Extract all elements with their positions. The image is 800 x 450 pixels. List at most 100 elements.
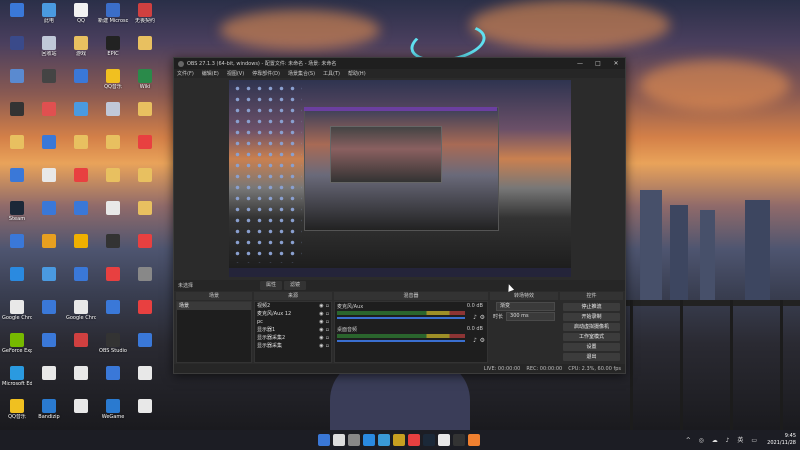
volume-slider[interactable] xyxy=(337,340,465,342)
duration-input[interactable]: 300 ms xyxy=(506,311,555,321)
taskbar-app-icon[interactable] xyxy=(422,434,435,446)
source-item[interactable]: 显示器采集2 ◉ ▫ xyxy=(255,334,331,342)
desktop-icon[interactable] xyxy=(2,34,32,64)
start-virtual-camera-button[interactable]: 启动虚拟摄像机 xyxy=(563,323,620,331)
desktop-icon[interactable]: Wiki xyxy=(130,67,160,97)
taskbar-app-icon[interactable] xyxy=(437,434,450,446)
desktop-icon[interactable]: GeForce Experience xyxy=(2,331,32,361)
desktop-icon[interactable] xyxy=(98,166,128,196)
lock-icon[interactable]: ▫ xyxy=(326,302,329,310)
settings-button[interactable]: 设置 xyxy=(563,343,620,351)
desktop-icon[interactable]: Google Chrome xyxy=(66,298,96,328)
sources-list[interactable]: 视频2 ◉ ▫ 麦克风/Aux 12 ◉ ▫ pc ◉ ▫ 显示器1 ◉ ▫ 显示器采集2 ◉ ▫ … xyxy=(254,301,332,363)
desktop-icon[interactable]: OBS Studio xyxy=(98,331,128,361)
desktop-icon[interactable] xyxy=(130,166,160,196)
desktop-icon[interactable] xyxy=(66,265,96,295)
desktop-icon[interactable] xyxy=(98,298,128,328)
taskbar-app-icon[interactable] xyxy=(317,434,330,446)
desktop-icon[interactable] xyxy=(130,199,160,229)
taskbar-app-icon[interactable] xyxy=(392,434,405,446)
source-item[interactable]: 显示器采集 ◉ ▫ xyxy=(255,342,331,350)
maximize-button[interactable]: □ xyxy=(589,60,607,67)
stop-streaming-button[interactable]: 停止推流 xyxy=(563,303,620,311)
obs-preview-canvas[interactable] xyxy=(229,80,571,277)
taskbar-app-icon[interactable] xyxy=(362,434,375,446)
desktop-icon[interactable] xyxy=(66,100,96,130)
desktop-icon[interactable] xyxy=(2,1,32,31)
taskbar-clock[interactable]: 9:45 2021/11/28 xyxy=(767,433,796,447)
desktop-icon[interactable] xyxy=(98,199,128,229)
desktop-icon[interactable] xyxy=(98,133,128,163)
desktop-icon[interactable]: QQ音乐 xyxy=(2,397,32,427)
desktop-icon[interactable] xyxy=(98,232,128,262)
visibility-icon[interactable]: ◉ xyxy=(319,342,323,350)
visibility-icon[interactable]: ◉ xyxy=(319,302,323,310)
desktop-icon[interactable] xyxy=(66,232,96,262)
visibility-icon[interactable]: ◉ xyxy=(319,310,323,318)
speaker-icon[interactable]: ♪ xyxy=(473,314,477,321)
menu-tools[interactable]: 工具(T) xyxy=(323,70,340,77)
desktop-icon[interactable] xyxy=(130,331,160,361)
desktop-icon[interactable] xyxy=(130,298,160,328)
desktop-icon[interactable] xyxy=(66,397,96,427)
desktop-icon[interactable] xyxy=(98,364,128,394)
desktop-icon[interactable]: EPIC xyxy=(98,34,128,64)
desktop-icon[interactable]: Bandizip xyxy=(34,397,64,427)
exit-button[interactable]: 退出 xyxy=(563,353,620,361)
desktop-icon[interactable] xyxy=(2,133,32,163)
menu-view[interactable]: 视图(V) xyxy=(227,70,244,77)
desktop-icon[interactable] xyxy=(98,265,128,295)
taskbar-app-icon[interactable] xyxy=(407,434,420,446)
desktop-icon[interactable]: Microsoft Edge xyxy=(2,364,32,394)
desktop-icon[interactable] xyxy=(66,364,96,394)
desktop-icon[interactable]: Google Chrome xyxy=(2,298,32,328)
lock-icon[interactable]: ▫ xyxy=(326,342,329,350)
desktop-icon[interactable] xyxy=(130,133,160,163)
desktop-icon[interactable] xyxy=(2,67,32,97)
taskbar-app-icon[interactable] xyxy=(332,434,345,446)
visibility-icon[interactable]: ◉ xyxy=(319,326,323,334)
desktop-icon[interactable] xyxy=(130,34,160,64)
desktop-icon[interactable] xyxy=(2,265,32,295)
menu-docks[interactable]: 停靠部件(D) xyxy=(252,70,280,77)
desktop-icon[interactable] xyxy=(34,100,64,130)
visibility-icon[interactable]: ◉ xyxy=(319,318,323,326)
gear-icon[interactable]: ⚙ xyxy=(480,337,485,344)
desktop-icon[interactable] xyxy=(34,199,64,229)
taskbar-app-icon[interactable] xyxy=(347,434,360,446)
scene-item[interactable]: 场景 xyxy=(177,302,251,310)
desktop-icon[interactable]: 新建 Microsoft... xyxy=(98,1,128,31)
desktop-icon[interactable] xyxy=(66,199,96,229)
desktop-icon[interactable] xyxy=(34,67,64,97)
desktop-icon[interactable]: 无畏契约 xyxy=(130,1,160,31)
source-item[interactable]: 麦克风/Aux 12 ◉ ▫ xyxy=(255,310,331,318)
menu-help[interactable]: 帮助(H) xyxy=(348,70,366,77)
desktop-icon[interactable]: QQ音乐 xyxy=(98,67,128,97)
desktop-icon[interactable]: 回收站 xyxy=(34,34,64,64)
desktop-icon[interactable]: 游戏 xyxy=(66,34,96,64)
desktop-icon[interactable] xyxy=(34,265,64,295)
desktop-icon[interactable]: 此电 xyxy=(34,1,64,31)
desktop-icon[interactable] xyxy=(34,364,64,394)
volume-slider[interactable] xyxy=(337,317,465,319)
source-item[interactable]: pc ◉ ▫ xyxy=(255,318,331,326)
desktop-icon[interactable] xyxy=(2,166,32,196)
visibility-icon[interactable]: ◉ xyxy=(319,334,323,342)
obs-titlebar[interactable]: OBS 27.1.3 (64-bit, windows) - 配置文件: 未命名… xyxy=(174,58,625,69)
desktop-icon[interactable]: Steam xyxy=(2,199,32,229)
transition-type-select[interactable]: 渐变 xyxy=(496,301,555,311)
desktop-icon[interactable] xyxy=(66,331,96,361)
desktop-icon[interactable]: WeGame xyxy=(98,397,128,427)
desktop-icon[interactable] xyxy=(130,100,160,130)
desktop-icon[interactable] xyxy=(66,133,96,163)
speaker-icon[interactable]: ♪ xyxy=(473,337,477,344)
taskbar-app-icon[interactable] xyxy=(467,434,480,446)
filters-button[interactable]: 滤镜 xyxy=(284,281,307,290)
taskbar-app-icon[interactable] xyxy=(452,434,465,446)
desktop-icon[interactable] xyxy=(34,166,64,196)
desktop-icon[interactable] xyxy=(98,100,128,130)
desktop-icon[interactable] xyxy=(66,67,96,97)
source-item[interactable]: 显示器1 ◉ ▫ xyxy=(255,326,331,334)
taskbar-app-icon[interactable] xyxy=(377,434,390,446)
source-item[interactable]: 视频2 ◉ ▫ xyxy=(255,302,331,310)
